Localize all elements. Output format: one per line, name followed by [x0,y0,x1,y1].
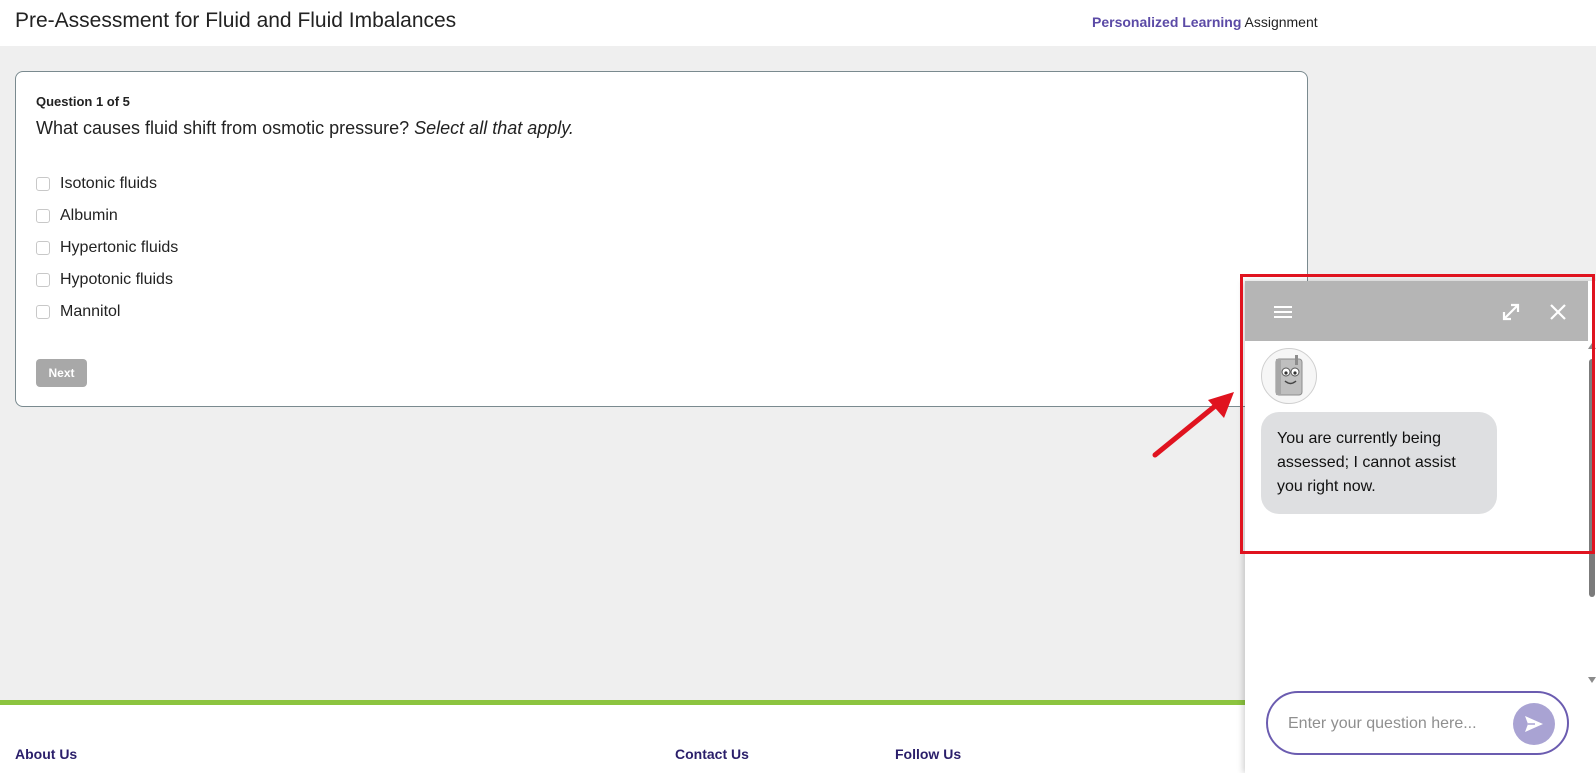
option-label[interactable]: Isotonic fluids [60,175,157,193]
answer-option[interactable]: Mannitol [36,296,178,328]
option-label[interactable]: Hypotonic fluids [60,271,173,289]
chat-input[interactable] [1286,711,1510,737]
footer-contact-link[interactable]: Contact Us [675,746,749,762]
next-button[interactable]: Next [36,359,87,387]
book-mascot-icon [1275,355,1303,396]
send-icon [1525,716,1543,732]
chat-scrollbar[interactable] [1588,341,1596,683]
assistant-message: You are currently being assessed; I cann… [1261,412,1497,514]
chat-header [1245,281,1588,341]
assignment-type-highlight: Personalized Learning [1092,14,1242,30]
send-button[interactable] [1513,703,1555,745]
option-checkbox[interactable] [36,177,50,191]
footer-follow-link[interactable]: Follow Us [895,746,961,762]
question-text: What causes fluid shift from osmotic pre… [36,118,574,139]
option-checkbox[interactable] [36,241,50,255]
page-title: Pre-Assessment for Fluid and Fluid Imbal… [15,9,457,32]
option-checkbox[interactable] [36,305,50,319]
answer-option[interactable]: Isotonic fluids [36,168,178,200]
question-counter: Question 1 of 5 [36,94,130,109]
annotation-arrow-icon [1152,392,1234,458]
question-stem: What causes fluid shift from osmotic pre… [36,118,410,138]
scroll-up-arrow-icon[interactable] [1588,343,1596,349]
scroll-thumb[interactable] [1589,359,1595,597]
scroll-down-arrow-icon[interactable] [1588,677,1596,683]
option-checkbox[interactable] [36,273,50,287]
assignment-type-rest: Assignment [1244,14,1318,30]
top-bar: Pre-Assessment for Fluid and Fluid Imbal… [0,0,1596,46]
chat-input-container [1266,691,1569,755]
menu-icon[interactable] [1272,301,1294,323]
answer-option[interactable]: Albumin [36,200,178,232]
answer-option[interactable]: Hypotonic fluids [36,264,178,296]
assistant-avatar [1261,348,1317,404]
answer-options: Isotonic fluids Albumin Hypertonic fluid… [36,168,178,328]
option-checkbox[interactable] [36,209,50,223]
option-label[interactable]: Mannitol [60,303,120,321]
close-icon[interactable] [1547,301,1569,323]
chat-panel: You are currently being assessed; I cann… [1245,281,1596,773]
answer-option[interactable]: Hypertonic fluids [36,232,178,264]
option-label[interactable]: Albumin [60,207,118,225]
expand-icon[interactable] [1500,301,1522,323]
question-card: Question 1 of 5 What causes fluid shift … [15,71,1308,407]
option-label[interactable]: Hypertonic fluids [60,239,178,257]
question-instruction: Select all that apply. [414,118,574,138]
footer-about-link[interactable]: About Us [15,746,77,762]
assignment-type: Personalized Learning Assignment [1092,14,1318,30]
